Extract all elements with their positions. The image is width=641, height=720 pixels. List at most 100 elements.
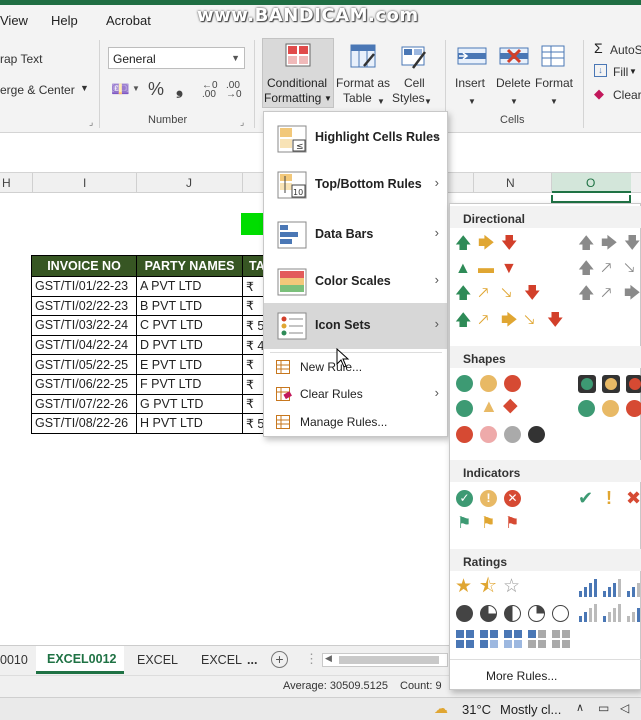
chevron-down-icon[interactable]: ▼ <box>629 67 637 76</box>
dialog-launcher-icon[interactable]: ⌟ <box>89 117 93 128</box>
boxes-two-icon[interactable] <box>503 629 523 649</box>
pie-three-quarter-icon[interactable] <box>480 605 497 622</box>
arrow-up-right-icon[interactable]: 🡕 <box>478 285 489 303</box>
circle-green-icon[interactable] <box>456 400 473 417</box>
tray-volume-icon[interactable]: ◁ <box>620 701 629 715</box>
party-cell[interactable]: G PVT LTD <box>136 393 243 415</box>
column-header-n[interactable]: N <box>506 176 515 190</box>
tab-acrobat[interactable]: Acrobat <box>106 13 151 28</box>
flag-red-icon[interactable]: ⚑ <box>505 515 519 533</box>
circle-pink-icon[interactable] <box>480 426 497 443</box>
invoice-cell[interactable]: GST/TI/08/22-26 <box>31 413 137 434</box>
fill-button[interactable]: Fill <box>613 65 628 79</box>
signal-bars-icon[interactable] <box>578 579 598 597</box>
sheet-tab-excel[interactable]: EXCEL <box>137 653 178 667</box>
check-icon[interactable]: ✔ <box>578 489 593 507</box>
dialog-launcher-icon[interactable]: ⌟ <box>240 117 244 128</box>
eraser-icon[interactable]: ◆ <box>594 86 604 102</box>
traffic-light-red-icon[interactable] <box>626 375 641 393</box>
gray-arrow-right-icon[interactable]: 🡆 <box>624 285 641 303</box>
pie-quarter-icon[interactable] <box>528 605 545 622</box>
sheet-tab-excel-2[interactable]: EXCEL <box>201 653 242 667</box>
menu-item-icon-sets[interactable]: Icon Sets › <box>264 303 447 349</box>
weather-temp[interactable]: 31°C <box>462 702 491 717</box>
horizontal-scrollbar[interactable]: ◀ <box>322 653 448 667</box>
column-header-i[interactable]: I <box>83 176 86 190</box>
party-cell[interactable]: B PVT LTD <box>136 295 243 317</box>
more-sheets-button[interactable]: ... <box>247 653 257 667</box>
party-cell[interactable]: A PVT LTD <box>136 276 243 297</box>
boxes-full-icon[interactable] <box>455 629 475 649</box>
gray-arrow-down-icon[interactable]: 🡇 <box>624 235 640 253</box>
boxes-three-icon[interactable] <box>479 629 499 649</box>
more-rules-link[interactable]: More Rules... <box>486 669 557 683</box>
column-header-h[interactable]: H <box>2 176 11 190</box>
triangle-down-icon[interactable]: ▼ <box>501 260 517 278</box>
weather-icon[interactable]: ☁ <box>434 700 448 717</box>
menu-item-manage-rules[interactable]: Manage Rules... <box>264 410 447 434</box>
menu-item-top-bottom-rules[interactable]: 10 Top/Bottom Rules › <box>264 162 447 208</box>
invoice-cell[interactable]: GST/TI/01/22-23 <box>31 276 137 297</box>
autosum-icon[interactable]: Σ <box>594 40 603 56</box>
selected-cell[interactable] <box>551 195 631 203</box>
pie-half-icon[interactable] <box>504 605 521 622</box>
flag-amber-icon[interactable]: ⚑ <box>481 515 495 533</box>
menu-item-highlight-cells-rules[interactable]: ≤ Highlight Cells Rules › <box>264 115 447 161</box>
boxes-empty-icon[interactable] <box>551 629 571 649</box>
gray-arrow-right-icon[interactable]: 🡆 <box>601 235 618 253</box>
arrow-down-right-icon[interactable]: 🡖 <box>501 285 512 303</box>
traffic-light-amber-icon[interactable] <box>602 375 620 393</box>
scrollbar-thumb[interactable] <box>339 656 439 664</box>
circle-amber-icon[interactable] <box>480 375 497 392</box>
party-cell[interactable]: H PVT LTD <box>136 413 243 434</box>
invoice-cell[interactable]: GST/TI/05/22-25 <box>31 354 137 375</box>
delete-button[interactable]: Delete ▼ <box>494 42 534 108</box>
party-cell[interactable]: D PVT LTD <box>136 334 243 356</box>
gray-arrow-up-right-icon[interactable]: 🡕 <box>601 260 612 278</box>
check-circle-icon[interactable]: ✓ <box>456 490 473 507</box>
pie-full-icon[interactable] <box>456 605 473 622</box>
arrow-down-icon[interactable]: 🡇 <box>501 235 517 253</box>
format-button[interactable]: Format ▼ <box>534 42 574 108</box>
sheet-tab-partial[interactable]: 0010 <box>0 653 28 667</box>
star-half-icon[interactable]: ⯪ <box>479 577 497 596</box>
arrow-down-icon[interactable]: 🡇 <box>524 285 540 303</box>
conditional-formatting-button[interactable]: Conditional Formatting ▼ <box>262 38 334 108</box>
merge-center-button[interactable]: erge & Center <box>0 83 75 97</box>
boxes-one-icon[interactable] <box>527 629 547 649</box>
increase-decimal-icon[interactable]: ←0.00 <box>202 81 218 100</box>
sheet-tab-active[interactable]: EXCEL0012 <box>36 646 124 674</box>
circle-green-icon[interactable] <box>456 375 473 392</box>
x-circle-icon[interactable]: ✕ <box>504 490 521 507</box>
cell-styles-button[interactable]: Cell Styles ▼ <box>392 42 436 108</box>
menu-item-new-rule[interactable]: New Rule... <box>264 355 447 379</box>
header-invoice-no[interactable]: INVOICE NO <box>31 255 137 277</box>
traffic-light-green-icon[interactable] <box>578 375 596 393</box>
add-sheet-icon[interactable]: + <box>271 651 288 668</box>
gray-arrow-up-icon[interactable]: 🡅 <box>578 260 594 278</box>
circle-amber-icon[interactable] <box>602 400 619 417</box>
fill-icon[interactable]: ↓ <box>594 64 607 77</box>
autosum-button[interactable]: AutoS <box>610 43 641 57</box>
column-header-o[interactable]: O <box>586 176 595 190</box>
arrow-right-icon[interactable]: 🡆 <box>478 235 495 253</box>
invoice-cell[interactable]: GST/TI/07/22-26 <box>31 393 137 415</box>
arrow-down-right-icon[interactable]: 🡖 <box>524 312 535 330</box>
exclamation-icon[interactable]: ! <box>606 489 612 507</box>
scroll-left-icon[interactable]: ◀ <box>325 653 332 664</box>
x-icon[interactable]: ✖ <box>626 489 641 507</box>
star-empty-icon[interactable]: ☆ <box>503 577 520 596</box>
pie-empty-icon[interactable] <box>552 605 569 622</box>
gray-arrow-down-right-icon[interactable]: 🡖 <box>624 260 635 278</box>
chevron-down-icon[interactable]: ▼ <box>80 83 89 93</box>
chevron-down-icon[interactable]: ▼ <box>132 84 140 93</box>
arrow-up-icon[interactable]: 🡅 <box>455 312 471 330</box>
header-party-names[interactable]: PARTY NAMES <box>136 255 243 277</box>
party-cell[interactable]: E PVT LTD <box>136 354 243 375</box>
party-cell[interactable]: C PVT LTD <box>136 315 243 336</box>
circle-green-icon[interactable] <box>578 400 595 417</box>
tray-chevron-up-icon[interactable]: ∧ <box>576 701 584 714</box>
star-full-icon[interactable]: ★ <box>455 577 472 596</box>
exclamation-circle-icon[interactable]: ! <box>480 490 497 507</box>
wrap-text-button[interactable]: rap Text <box>0 52 42 66</box>
